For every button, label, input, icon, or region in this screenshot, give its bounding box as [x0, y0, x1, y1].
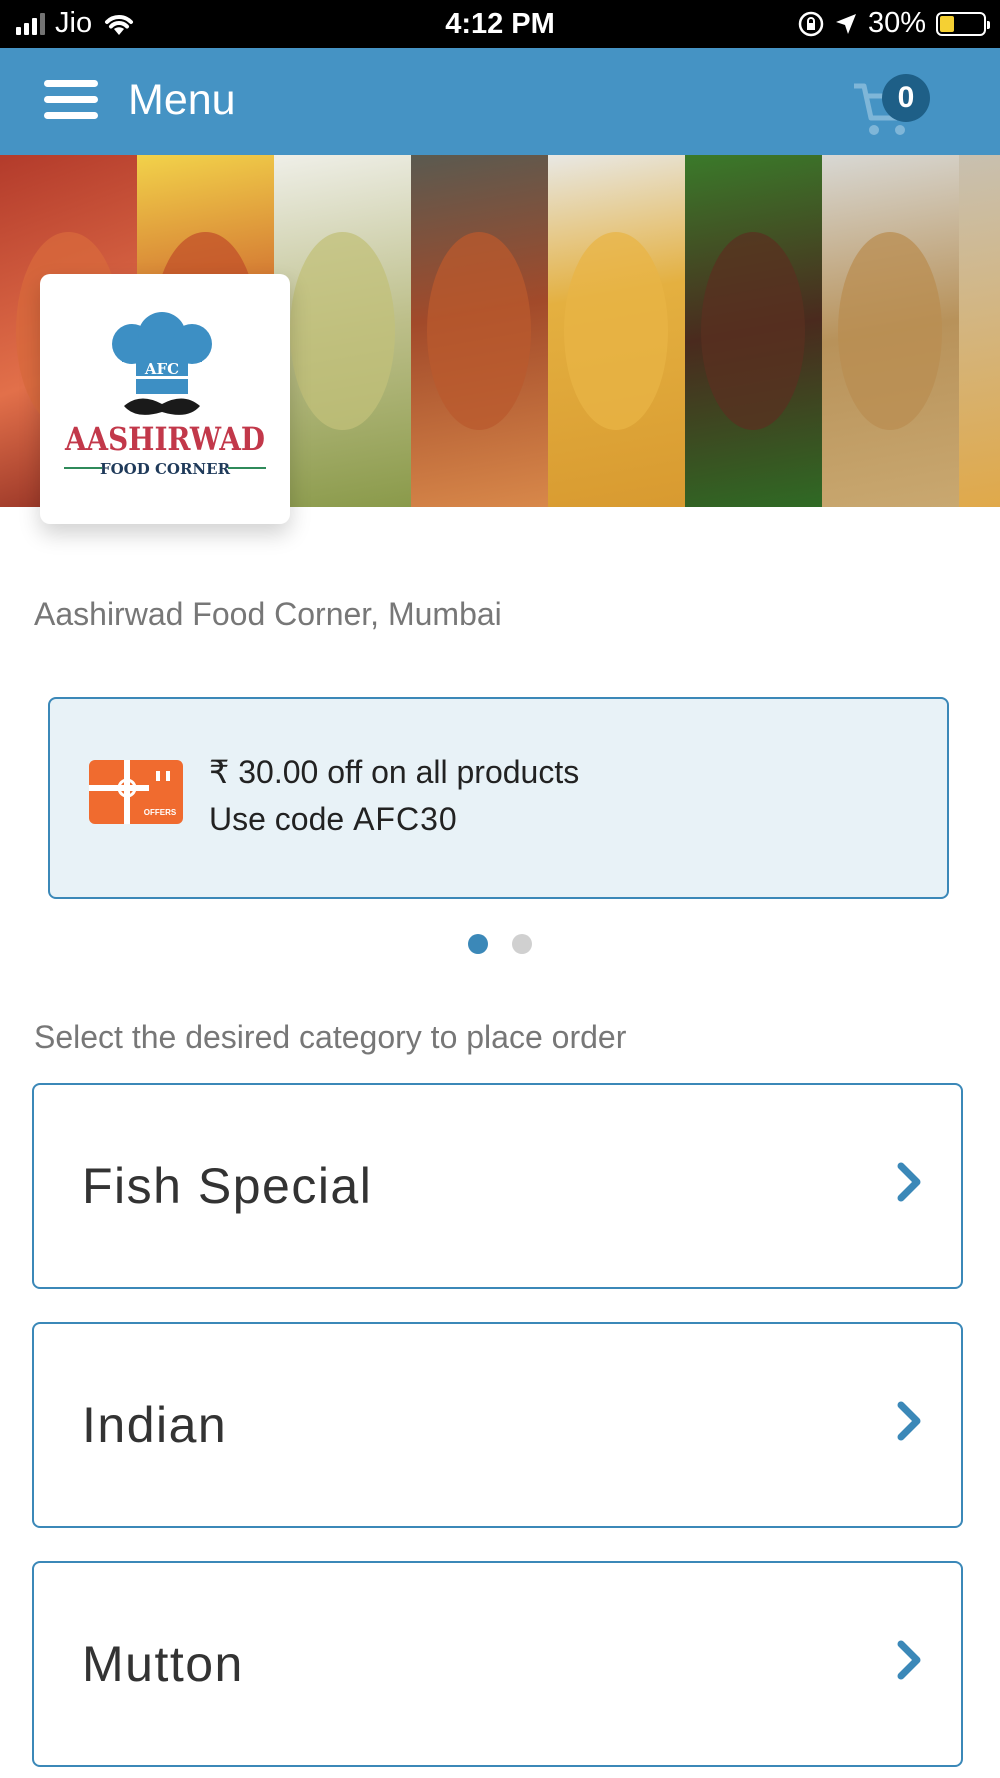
restaurant-name: Aashirwad Food Corner, Mumbai: [34, 596, 502, 632]
status-bar: Jio 4:12 PM 30%: [0, 0, 1000, 48]
orientation-lock-icon: [798, 11, 824, 36]
offers-icon-label: OFFERS: [144, 808, 177, 817]
cart-count-badge: 0: [882, 74, 930, 122]
restaurant-logo: AFC AASHIRWAD FOOD CORNER: [40, 274, 290, 524]
moustache-icon: [124, 398, 200, 415]
logo-tagline: FOOD CORNER: [100, 460, 231, 478]
category-label: Fish Special: [82, 1158, 373, 1214]
battery-charging-icon: [936, 11, 990, 36]
category-instruction: Select the desired category to place ord…: [34, 1019, 627, 1055]
chevron-right-icon: [897, 1640, 921, 1680]
carousel-dot-2[interactable]: [512, 934, 532, 954]
category-fish-special[interactable]: Fish Special: [32, 1083, 963, 1289]
category-mutton[interactable]: Mutton: [32, 1561, 963, 1767]
chef-hat-icon: [112, 312, 212, 394]
logo-abbreviation: AFC: [144, 360, 179, 378]
battery-percent: 30%: [867, 7, 926, 39]
header-title[interactable]: Menu: [128, 76, 236, 125]
offer-description: ₹ 30.00 off on all products: [209, 754, 580, 790]
hamburger-menu-icon[interactable]: [44, 80, 98, 124]
offer-code-prefix: Use code: [209, 801, 354, 837]
carousel-pagination: [0, 934, 1000, 954]
carousel-dot-1[interactable]: [468, 934, 488, 954]
cart-button[interactable]: 0: [852, 66, 942, 146]
location-icon: [835, 13, 856, 34]
category-indian[interactable]: Indian: [32, 1322, 963, 1528]
category-label: Indian: [82, 1397, 228, 1453]
status-right: 30%: [798, 7, 990, 40]
offer-code: AFC30: [353, 801, 458, 837]
app-header: Menu 0: [0, 48, 1000, 155]
offer-card[interactable]: OFFERS ₹ 30.00 off on all products Use c…: [48, 697, 949, 899]
offer-code-line: Use code AFC30: [209, 801, 458, 838]
chevron-right-icon: [897, 1401, 921, 1441]
logo-brand-name: AASHIRWAD: [64, 420, 265, 458]
offers-gift-icon: OFFERS: [89, 760, 183, 824]
chevron-right-icon: [897, 1162, 921, 1202]
category-label: Mutton: [82, 1636, 244, 1692]
